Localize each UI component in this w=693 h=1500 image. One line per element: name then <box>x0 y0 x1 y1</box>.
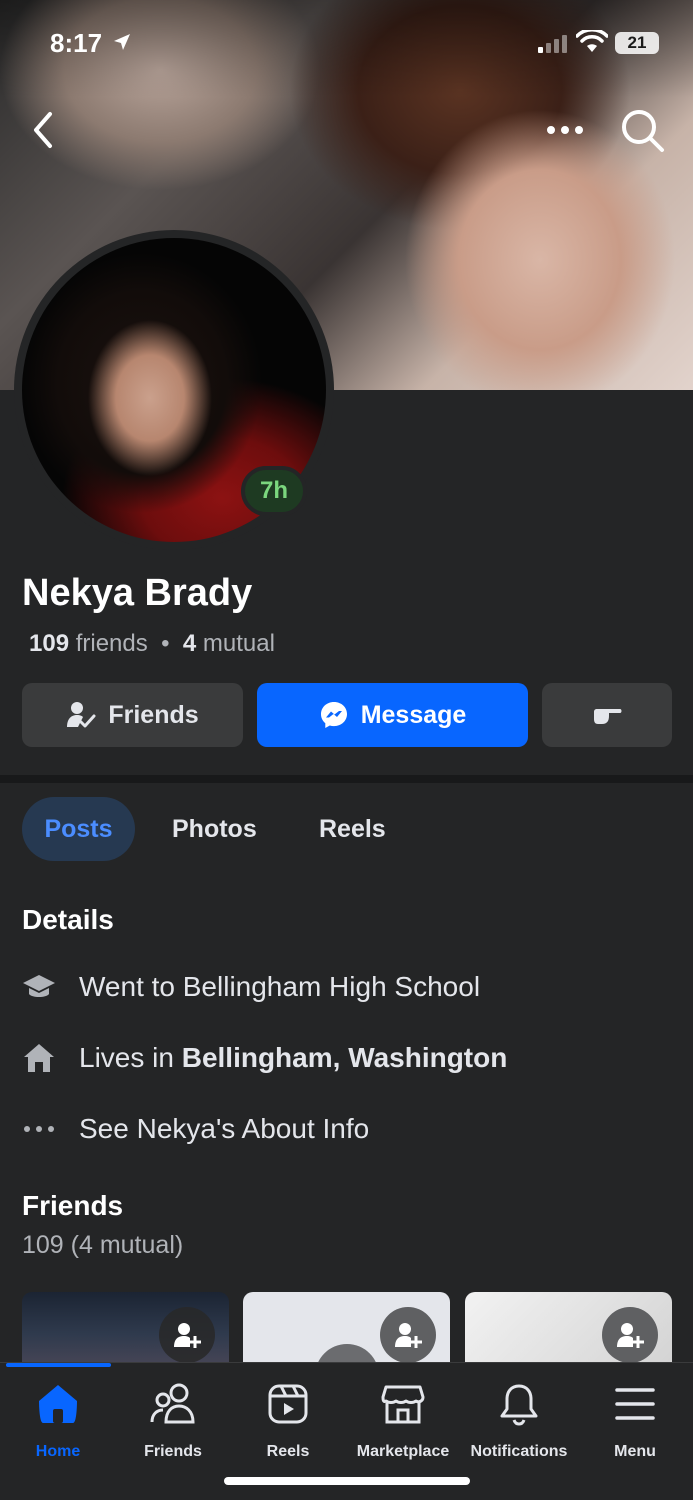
friends-number: 109 <box>29 630 70 657</box>
home-icon <box>0 1381 116 1427</box>
friends-button-label: Friends <box>108 700 199 729</box>
search-icon[interactable] <box>618 106 666 154</box>
nav-menu[interactable]: Menu <box>577 1381 693 1461</box>
reels-icon <box>230 1381 346 1427</box>
detail-school: Went to Bellingham High School <box>22 967 480 1007</box>
messenger-icon <box>320 702 347 728</box>
marketplace-icon <box>345 1381 461 1427</box>
nav-home-label: Home <box>35 1443 81 1460</box>
menu-icon <box>577 1381 693 1427</box>
status-time: 8:17 <box>50 28 103 58</box>
tab-reels[interactable]: Reels <box>319 797 386 861</box>
nav-marketplace[interactable]: Marketplace <box>345 1381 461 1461</box>
home-indicator-bar[interactable] <box>224 1477 470 1485</box>
graduation-cap-icon <box>22 970 56 1004</box>
nav-reels-label: Reels <box>266 1443 310 1460</box>
nav-reels[interactable]: Reels <box>230 1381 346 1461</box>
nav-marketplace-label: Marketplace <box>356 1443 450 1460</box>
bell-icon <box>461 1381 577 1427</box>
count-separator: • <box>161 630 170 657</box>
friends-section-subtitle: 109 (4 mutual) <box>22 1231 184 1259</box>
mutual-number: 4 <box>182 630 197 657</box>
wifi-icon <box>576 30 608 52</box>
nav-friends[interactable]: Friends <box>115 1381 231 1461</box>
status-bar: 8:17 21 <box>0 0 693 90</box>
cellular-signal-icon <box>538 35 567 53</box>
tab-posts[interactable]: Posts <box>22 797 135 861</box>
section-divider <box>0 775 693 783</box>
friend-count[interactable]: 109 friends • 4 mutual <box>29 630 275 658</box>
friends-button[interactable]: Friends <box>22 683 243 747</box>
add-friend-icon[interactable] <box>380 1307 436 1362</box>
nav-menu-label: Menu <box>614 1443 656 1460</box>
friend-check-icon <box>67 702 96 728</box>
mutual-word: mutual <box>202 630 275 657</box>
about-link-text[interactable]: See Nekya's About Info <box>79 1113 369 1145</box>
message-button[interactable]: Message <box>257 683 528 747</box>
friend-card[interactable] <box>243 1292 450 1362</box>
friend-card[interactable] <box>22 1292 229 1362</box>
detail-school-text: Went to Bellingham High School <box>79 971 481 1002</box>
profile-name: Nekya Brady <box>22 572 253 614</box>
add-friend-icon[interactable] <box>602 1307 658 1362</box>
message-button-label: Message <box>360 700 467 729</box>
home-location-icon <box>22 1041 56 1075</box>
poke-button[interactable] <box>542 683 672 747</box>
back-arrow-icon[interactable] <box>24 108 64 152</box>
nav-notifications[interactable]: Notifications <box>461 1381 577 1461</box>
detail-lives-place[interactable]: Bellingham, Washington <box>182 1042 508 1074</box>
detail-lives-prefix: Lives in <box>79 1042 182 1073</box>
more-options-icon[interactable] <box>542 110 588 150</box>
friends-section-title: Friends <box>22 1190 124 1221</box>
tab-photos[interactable]: Photos <box>172 797 257 861</box>
default-avatar <box>315 1344 379 1362</box>
poke-hand-icon <box>594 709 622 724</box>
ellipsis-icon <box>22 1112 56 1146</box>
friends-word: friends <box>75 630 148 657</box>
detail-lives: Lives in Bellingham, Washington <box>22 1038 507 1078</box>
battery-indicator: 21 <box>615 32 659 54</box>
active-status-badge: 7h <box>241 466 307 516</box>
friend-card[interactable] <box>465 1292 672 1362</box>
nav-friends-label: Friends <box>144 1443 202 1460</box>
nav-home[interactable]: Home <box>0 1381 116 1461</box>
friends-icon <box>115 1381 231 1427</box>
location-arrow-icon <box>114 34 130 50</box>
active-tab-indicator <box>6 1363 111 1367</box>
details-title: Details <box>22 904 114 935</box>
nav-notifications-label: Notifications <box>470 1443 568 1460</box>
detail-about-link[interactable]: See Nekya's About Info <box>22 1109 369 1149</box>
add-friend-icon[interactable] <box>159 1307 215 1362</box>
